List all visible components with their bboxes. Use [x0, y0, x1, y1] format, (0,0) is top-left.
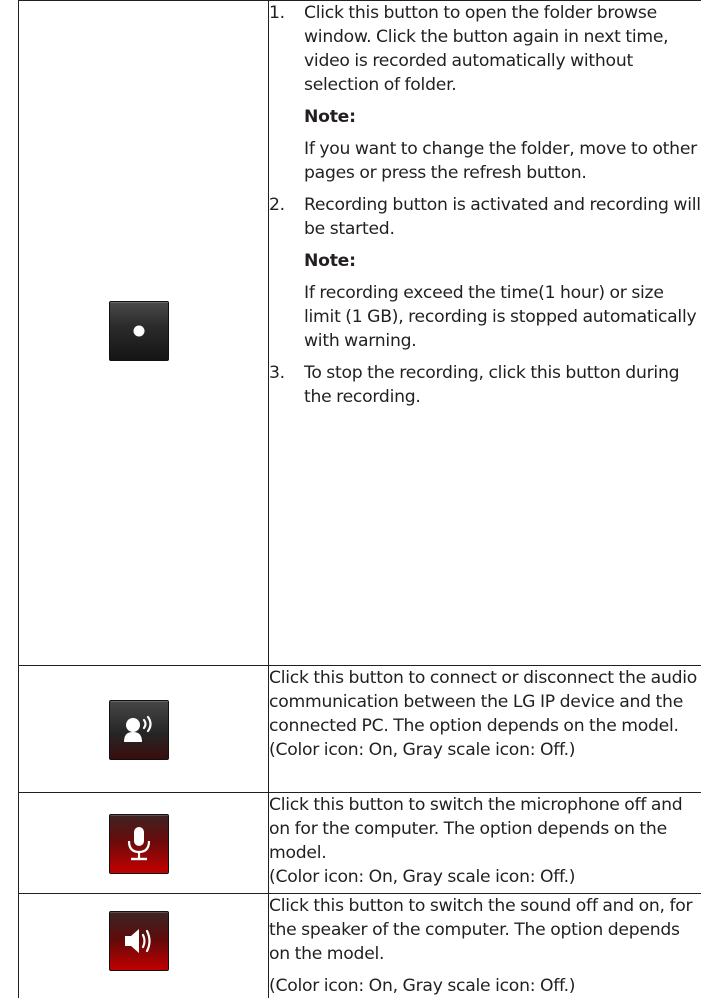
microphone-icon [110, 815, 168, 873]
table-row-speaker: Click this button to switch the sound of… [19, 894, 701, 998]
record-icon [110, 302, 168, 360]
microphone-button[interactable] [109, 814, 169, 874]
status-text: (Color icon: On, Gray scale icon: Off.) [269, 974, 701, 998]
step-text: Click this button to open the folder bro… [304, 1, 701, 97]
note-text: If recording exceed the time(1 hour) or … [304, 281, 701, 353]
button-description-table: 1. Click this button to open the folder … [18, 0, 701, 998]
icon-cell-record [19, 1, 269, 666]
note-label: Note: [304, 249, 701, 273]
list-item: 1. Click this button to open the folder … [269, 1, 701, 185]
step-text: To stop the recording, click this button… [304, 361, 701, 409]
list-item: 2. Recording button is activated and rec… [269, 193, 701, 353]
step-number: 1. [269, 1, 285, 25]
icon-cell-audio [19, 666, 269, 793]
description-cell-speaker: Click this button to switch the sound of… [269, 894, 701, 998]
description-cell-microphone: Click this button to switch the micropho… [269, 793, 701, 894]
icon-cell-microphone [19, 793, 269, 894]
status-text: (Color icon: On, Gray scale icon: Off.) [269, 738, 701, 762]
step-number: 2. [269, 193, 285, 217]
description-text: Click this button to switch the sound of… [269, 894, 701, 966]
description-text: Click this button to switch the micropho… [269, 793, 701, 865]
speaker-button[interactable] [109, 911, 169, 971]
steps-list: 1. Click this button to open the folder … [269, 1, 701, 409]
list-item: 3. To stop the recording, click this but… [269, 361, 701, 409]
step-number: 3. [269, 361, 285, 385]
table-row-audio: Click this button to connect or disconne… [19, 666, 701, 793]
status-text: (Color icon: On, Gray scale icon: Off.) [269, 865, 701, 889]
audio-communication-button[interactable] [109, 700, 169, 760]
record-button[interactable] [109, 301, 169, 361]
note-text: If you want to change the folder, move t… [304, 137, 701, 185]
table-row-microphone: Click this button to switch the micropho… [19, 793, 701, 894]
table-row-record: 1. Click this button to open the folder … [19, 1, 701, 666]
description-cell-audio: Click this button to connect or disconne… [269, 666, 701, 793]
description-cell-record: 1. Click this button to open the folder … [269, 1, 701, 666]
step-text: Recording button is activated and record… [304, 193, 701, 241]
audio-communication-icon [110, 701, 168, 759]
speaker-icon [110, 912, 168, 970]
icon-cell-speaker [19, 894, 269, 998]
note-label: Note: [304, 105, 701, 129]
description-text: Click this button to connect or disconne… [269, 666, 701, 738]
